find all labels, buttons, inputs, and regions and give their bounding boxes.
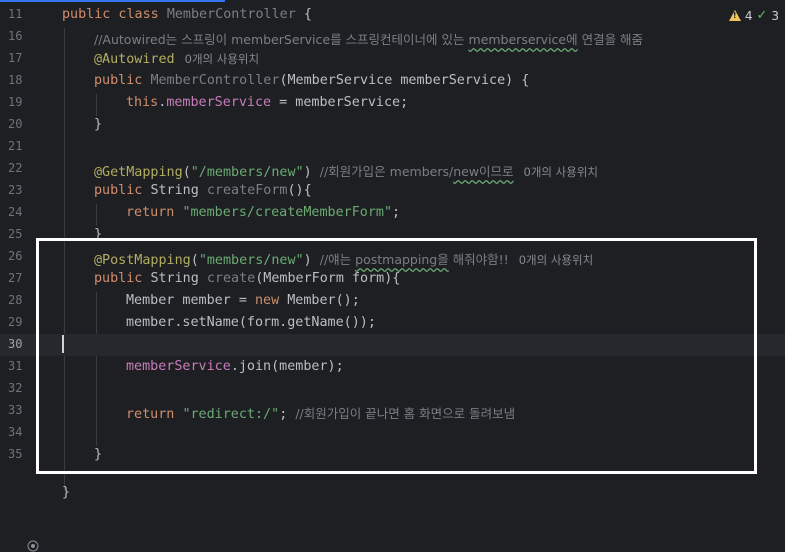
keyword: public — [94, 73, 151, 88]
code-text: ( — [182, 165, 191, 180]
line-number: 35 — [8, 447, 23, 461]
line-number: 11 — [8, 7, 23, 21]
string-literal: "/members/new" — [190, 165, 304, 180]
line-number: 31 — [8, 359, 23, 373]
line-number: 34 — [8, 425, 23, 439]
line-number: 23 — [8, 183, 23, 197]
code-text: } — [94, 117, 103, 132]
line-number: 25 — [8, 227, 23, 241]
line-number: 16 — [8, 29, 23, 43]
line-number: 22 — [8, 161, 23, 175]
active-tab-indicator — [0, 0, 225, 2]
code-text: = memberService; — [271, 95, 409, 110]
line-number: 18 — [8, 73, 23, 87]
line-number: 32 — [8, 381, 23, 395]
comment-typo: new이므로 — [453, 164, 514, 179]
code-editor[interactable]: 4 ✓ 3 11 public class MemberController {… — [0, 0, 785, 552]
line-number: 17 — [8, 51, 23, 65]
line-number: 20 — [8, 117, 23, 131]
annotation: @GetMapping — [94, 165, 183, 180]
type-name: String — [150, 183, 207, 198]
usage-hint[interactable]: 0개의 사용위치 — [175, 52, 259, 66]
code-line[interactable]: 20 } — [0, 114, 785, 136]
method-name: createForm — [206, 183, 288, 198]
comment: 연결을 해줌 — [577, 32, 644, 47]
highlight-box — [36, 238, 757, 474]
code-line[interactable]: 24 return "members/createMemberForm"; — [0, 202, 785, 224]
code-text: ) — [303, 165, 320, 180]
comment-typo: memberservice에 — [468, 32, 578, 47]
code-line[interactable]: 18 public MemberController(MemberService… — [0, 70, 785, 92]
line-number: 27 — [8, 271, 23, 285]
field-name: memberService — [166, 95, 272, 110]
keyword: return — [126, 205, 183, 220]
line-number: 24 — [8, 205, 23, 219]
code-line[interactable]: 19 this.memberService = memberService; — [0, 92, 785, 114]
line-number: 30 — [8, 337, 23, 351]
line-number: 19 — [8, 95, 23, 109]
line-number: 28 — [8, 293, 23, 307]
line-number: 33 — [8, 403, 23, 417]
code-text: (){ — [287, 183, 312, 198]
string-literal: "members/createMemberForm" — [182, 205, 393, 220]
code-line[interactable]: 17 @Autowired 0개의 사용위치 — [0, 48, 785, 70]
web-endpoint-icon[interactable] — [27, 540, 39, 552]
line-number: 26 — [8, 249, 23, 263]
code-text: ; — [392, 205, 401, 220]
line-number: 21 — [8, 139, 23, 153]
code-text: (MemberService memberService) { — [279, 73, 530, 88]
code-line[interactable]: 22 @GetMapping("/members/new") //회원가입은 m… — [0, 158, 785, 180]
keyword: public — [94, 183, 151, 198]
code-line[interactable]: 11 public class MemberController { — [0, 4, 785, 26]
annotation: @Autowired — [94, 52, 175, 67]
code-line[interactable]: 23 public String createForm(){ — [0, 180, 785, 202]
class-name: MemberController — [166, 7, 296, 22]
constructor-name: MemberController — [150, 73, 280, 88]
code-line[interactable]: } — [0, 482, 785, 504]
code-line[interactable]: 21 — [0, 136, 785, 158]
keyword: public class — [62, 7, 167, 22]
comment: //회원가입은 members/ — [319, 164, 454, 179]
code-text: } — [62, 485, 71, 500]
code-line[interactable]: 16 //Autowired는 스프링이 memberService를 스프링컨… — [0, 26, 785, 48]
comment: //Autowired는 스프링이 memberService를 스프링컨테이너… — [94, 32, 469, 47]
code-text: { — [295, 7, 312, 22]
line-number: 29 — [8, 315, 23, 329]
usage-hint[interactable]: 0개의 사용위치 — [514, 165, 598, 179]
keyword: this — [126, 95, 159, 110]
